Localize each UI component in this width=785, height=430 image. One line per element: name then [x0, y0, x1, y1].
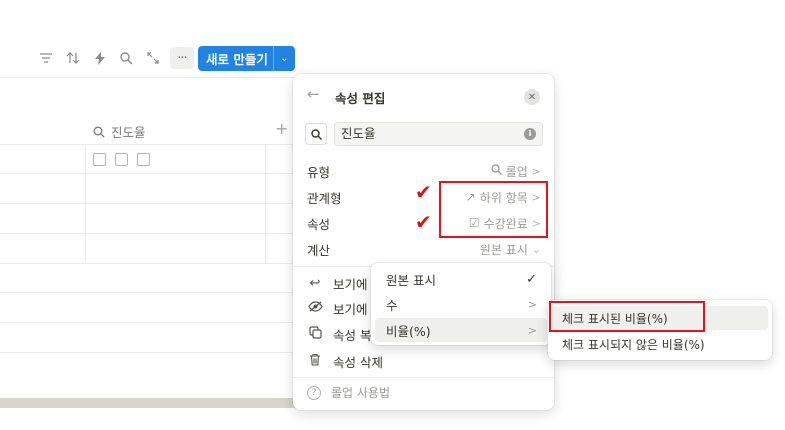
action-label: 보기에: [333, 276, 368, 292]
chevron-right-icon: >: [527, 297, 537, 311]
menu-item-label: 수: [386, 297, 398, 313]
action-delete-property[interactable]: 속성 삭제: [307, 350, 383, 372]
column-header-progress[interactable]: 진도율: [93, 122, 146, 141]
menu-item-show-original[interactable]: 원본 표시 ✓: [375, 267, 547, 291]
action-hide-in-view[interactable]: 보기에: [307, 297, 368, 319]
return-arrow-icon: ↩: [309, 275, 321, 291]
table-header-border: [0, 144, 300, 145]
chevron-down-icon: ⌄: [531, 242, 541, 256]
column-header-label: 진도율: [111, 125, 146, 140]
panel-title: 속성 편집: [335, 91, 386, 106]
new-button-label[interactable]: 새로 만들기: [198, 49, 273, 68]
search-icon: [310, 128, 322, 140]
eye-icon: [307, 300, 323, 316]
property-row-value: 롤업: [505, 164, 528, 179]
table-row-border: [0, 173, 300, 174]
annotation-check-mark: ✔: [415, 210, 432, 234]
close-icon[interactable]: ✕: [524, 89, 540, 105]
rollup-help-link[interactable]: ? 롤업 사용법: [307, 384, 390, 401]
menu-item-percent[interactable]: 비율(%) >: [375, 318, 547, 342]
action-label: 속성 복: [333, 327, 372, 343]
new-button[interactable]: 새로 만들기 ⌄: [198, 46, 295, 71]
automation-icon[interactable]: [90, 48, 110, 68]
search-icon: [93, 126, 105, 138]
annotation-check-mark: ✔: [415, 180, 432, 204]
table-row-border: [0, 352, 300, 353]
property-edit-panel: ← 속성 편집 ✕ 진도율 i 유형 롤업 > 관계형 ↗ 하위 항목 > 속성…: [293, 74, 554, 410]
annotation-box-percent-checked: [549, 301, 705, 332]
checkbox[interactable]: [137, 153, 150, 166]
chevron-right-icon: >: [531, 164, 541, 178]
table-column-border: [85, 144, 86, 263]
trash-icon: [307, 353, 323, 370]
property-row-type[interactable]: 유형 롤업 >: [307, 160, 541, 182]
filter-icon[interactable]: [36, 48, 56, 68]
help-label: 롤업 사용법: [331, 386, 391, 400]
menu-item-label: 체크 표시되지 않은 비율(%): [562, 337, 705, 352]
checkmark-icon: ✓: [526, 271, 537, 287]
table-row-border: [0, 263, 300, 264]
property-name-value: 진도율: [341, 126, 376, 141]
menu-item-label: 비율(%): [386, 323, 431, 339]
action-duplicate-property[interactable]: 속성 복: [307, 323, 371, 345]
action-show-in-view[interactable]: ↩ 보기에: [307, 272, 368, 294]
menu-item-label: 원본 표시: [386, 272, 436, 288]
table-row-border: [0, 322, 300, 323]
chevron-down-icon[interactable]: ⌄: [274, 53, 295, 64]
horizontal-scrollbar[interactable]: [0, 398, 300, 408]
property-row-key: 유형: [307, 164, 331, 180]
search-icon[interactable]: [116, 48, 136, 68]
menu-item-percent-unchecked[interactable]: 체크 표시되지 않은 비율(%): [552, 332, 768, 356]
menu-item-count[interactable]: 수 >: [375, 292, 547, 316]
table-row-border: [0, 203, 300, 204]
action-label: 보기에: [333, 301, 368, 317]
action-label: 속성 삭제: [333, 354, 383, 370]
chevron-right-icon: >: [527, 323, 537, 337]
property-row-calculate[interactable]: 계산 원본 표시 ⌄: [307, 238, 541, 260]
back-arrow-icon[interactable]: ←: [307, 85, 320, 103]
property-icon-button[interactable]: [305, 123, 327, 145]
search-icon: [491, 164, 502, 178]
more-icon[interactable]: ···: [170, 47, 194, 69]
table-row-border: [0, 233, 300, 234]
table-row-border: [0, 292, 300, 293]
property-row-value: 원본 표시: [479, 242, 528, 257]
table-column-border: [265, 144, 266, 263]
property-name-input[interactable]: 진도율 i: [334, 122, 543, 146]
help-icon: ?: [307, 385, 321, 400]
duplicate-icon: [307, 325, 323, 343]
table-top-border: [0, 77, 300, 78]
calculate-menu: 원본 표시 ✓ 수 > 비율(%) >: [371, 263, 551, 345]
add-column-button[interactable]: +: [275, 119, 288, 138]
checkbox[interactable]: [93, 153, 106, 166]
divider: [293, 377, 554, 378]
sort-icon[interactable]: [63, 48, 83, 68]
checkbox[interactable]: [115, 153, 128, 166]
expand-icon[interactable]: [143, 48, 163, 68]
annotation-box-relation-property: [439, 181, 548, 238]
info-icon[interactable]: i: [524, 128, 536, 140]
property-row-key: 계산: [307, 242, 331, 258]
